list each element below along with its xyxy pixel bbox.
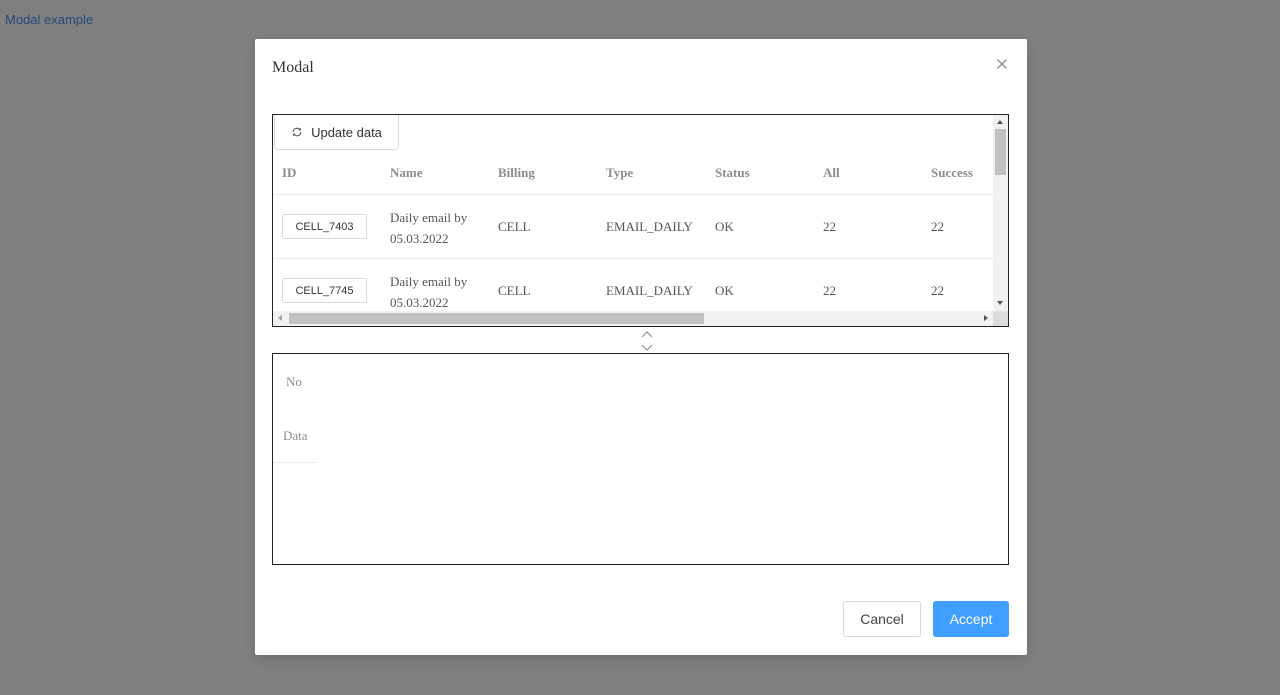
row-name: Daily email by 05.03.2022 xyxy=(390,207,480,249)
details-panel: No Data xyxy=(272,353,1009,565)
empty-text-line2: Data xyxy=(283,428,308,443)
row-status: OK xyxy=(715,219,734,234)
modal-title: Modal xyxy=(272,59,314,76)
column-header-billing[interactable]: Billing xyxy=(498,165,535,181)
scroll-right-arrow-icon[interactable] xyxy=(984,315,988,321)
update-data-label: Update data xyxy=(311,124,382,140)
modal-example-link[interactable]: Modal example xyxy=(5,12,93,27)
table-row[interactable]: CELL_7403 Daily email by 05.03.2022 CELL… xyxy=(273,195,993,259)
scroll-down-arrow-icon[interactable] xyxy=(997,301,1003,305)
refresh-icon xyxy=(291,126,303,138)
chevron-up-icon xyxy=(641,331,653,338)
row-success: 22 xyxy=(931,283,944,298)
resize-handle[interactable] xyxy=(639,329,655,355)
row-id-button[interactable]: CELL_7745 xyxy=(282,278,367,303)
cancel-button[interactable]: Cancel xyxy=(843,601,921,637)
scroll-up-arrow-icon[interactable] xyxy=(997,120,1003,124)
row-type: EMAIL_DAILY xyxy=(606,219,693,234)
column-header-name[interactable]: Name xyxy=(390,165,423,181)
close-icon[interactable] xyxy=(993,55,1011,73)
row-name-line: Daily email by xyxy=(390,274,468,289)
horizontal-scroll-thumb[interactable] xyxy=(289,313,704,324)
scrollbar-corner xyxy=(993,311,1008,326)
row-type: EMAIL_DAILY xyxy=(606,283,693,298)
row-name-date: 05.03.2022 xyxy=(390,231,449,246)
scroll-left-arrow-icon[interactable] xyxy=(278,315,282,321)
column-header-type[interactable]: Type xyxy=(606,165,633,181)
row-all: 22 xyxy=(823,219,836,234)
chevron-down-icon xyxy=(641,344,653,351)
modal-dialog: Modal Update data ID Name Billing Type S… xyxy=(255,39,1027,655)
horizontal-scrollbar[interactable] xyxy=(273,311,993,326)
vertical-scrollbar[interactable] xyxy=(993,115,1008,312)
column-header-success[interactable]: Success xyxy=(931,165,973,181)
column-header-id[interactable]: ID xyxy=(282,165,296,181)
accept-button[interactable]: Accept xyxy=(933,601,1009,637)
row-name-line: Daily email by xyxy=(390,210,468,225)
row-name-date: 05.03.2022 xyxy=(390,295,449,310)
column-header-status[interactable]: Status xyxy=(715,165,750,181)
row-id-button[interactable]: CELL_7403 xyxy=(282,214,367,239)
empty-state: No Data xyxy=(273,354,317,463)
row-success: 22 xyxy=(931,219,944,234)
column-header-all[interactable]: All xyxy=(823,165,840,181)
row-name: Daily email by 05.03.2022 xyxy=(390,271,480,313)
update-data-button[interactable]: Update data xyxy=(274,115,399,150)
table-header: ID Name Billing Type Status All Success xyxy=(273,151,993,195)
row-all: 22 xyxy=(823,283,836,298)
data-table-panel: Update data ID Name Billing Type Status … xyxy=(272,114,1009,327)
row-status: OK xyxy=(715,283,734,298)
vertical-scroll-thumb[interactable] xyxy=(995,129,1006,175)
empty-text-line1: No xyxy=(286,374,302,389)
row-billing: CELL xyxy=(498,283,531,298)
row-billing: CELL xyxy=(498,219,531,234)
